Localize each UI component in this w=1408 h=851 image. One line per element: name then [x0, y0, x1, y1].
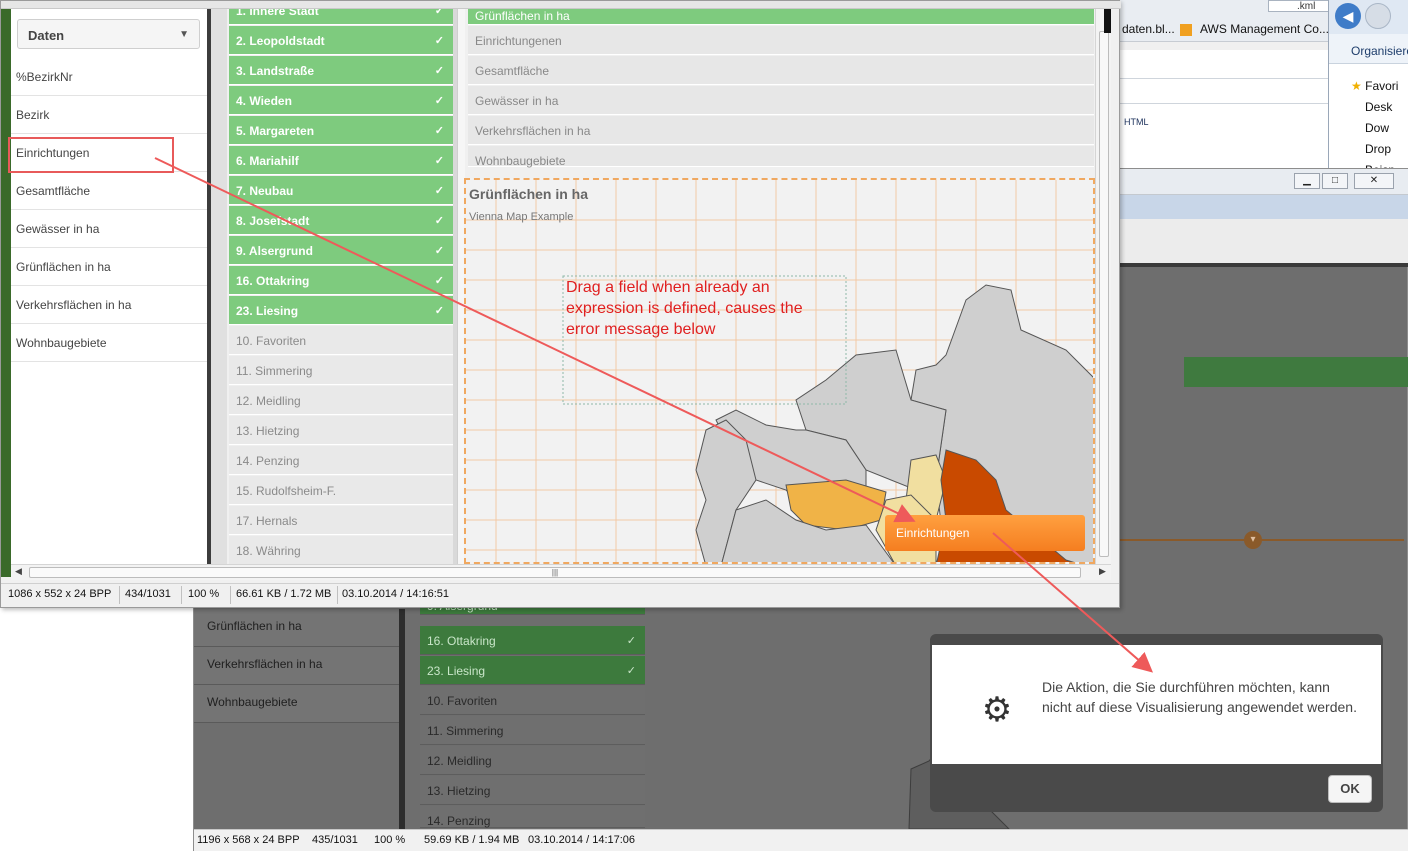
- arrow-to-dialog: [992, 532, 1154, 673]
- arrow-to-map: [154, 157, 916, 523]
- annotation-arrows: [154, 157, 1154, 673]
